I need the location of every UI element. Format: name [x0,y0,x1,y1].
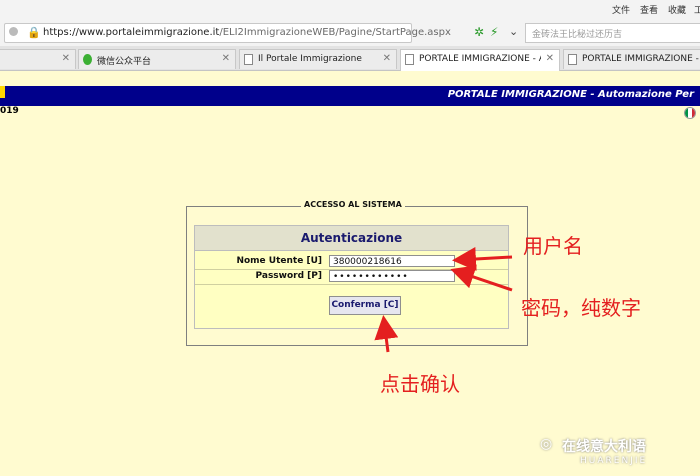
watermark-subtext: HUARENJIE [580,456,648,466]
arrow-username [452,247,513,271]
watermark-text: 在线意大利语 [562,439,646,455]
arrow-password [450,265,513,292]
arrow-confirm [374,315,399,353]
confirm-note: 点击确认 [380,372,460,396]
annotation-arrows [374,247,513,353]
password-note: 密码，纯数字 [521,296,641,320]
username-note: 用户名 [523,234,583,258]
wechat-watermark-icon: ◎ [540,436,553,452]
